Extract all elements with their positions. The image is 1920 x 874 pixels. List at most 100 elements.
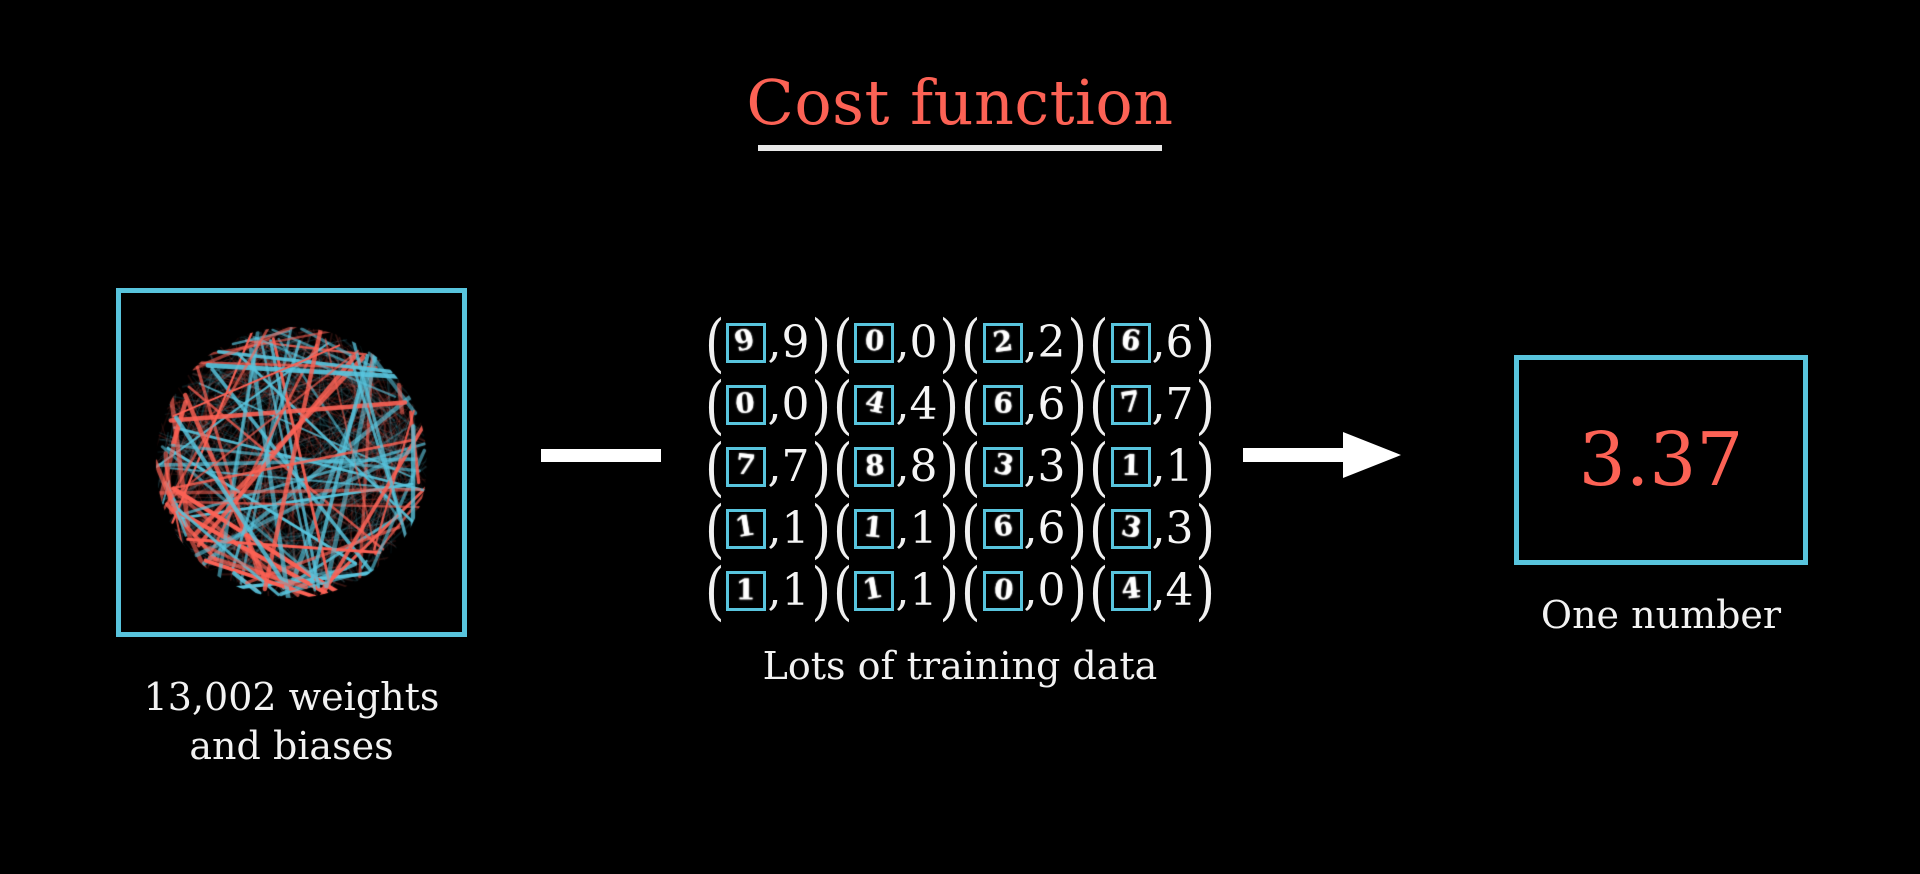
comma: , [895,317,910,368]
comma: , [767,503,782,554]
digit-image-1 [726,509,767,549]
comma: , [895,441,910,492]
digit-image-0 [726,385,767,425]
digit-image-7 [726,447,767,487]
right-arrow-icon [1243,432,1401,478]
open-paren: ( [832,306,853,380]
open-paren: ( [832,492,853,566]
training-data-caption: Lots of training data [762,644,1158,688]
training-data-row: (, 0)(, 4)(, 6)(, 7) [700,374,1220,437]
connector-bar-icon [541,449,661,462]
comma: , [1151,503,1166,554]
digit-label: 6 [1037,379,1066,430]
open-paren: ( [961,492,981,566]
result-group: 3.37 One number [1514,355,1808,637]
digit-label: 1 [909,503,938,554]
close-paren: ) [1067,368,1088,442]
digit-image-0 [982,571,1023,611]
training-pair: (, 4) [832,374,960,437]
close-paren: ) [939,306,959,380]
training-pair: (, 1) [1088,436,1216,499]
open-paren: ( [961,368,981,442]
slide-canvas: Cost function 13,002 weights and biases … [0,0,1920,874]
weights-box [116,288,467,637]
comma: , [1023,503,1038,554]
open-paren: ( [1089,554,1109,628]
training-pair: (, 6) [960,374,1088,437]
digit-image-4 [1110,571,1151,611]
training-pair: (, 9) [704,312,832,375]
comma: , [895,379,910,430]
digit-label: 4 [1165,565,1194,616]
comma: , [767,379,782,430]
training-data-row: (, 7)(, 8)(, 3)(, 1) [700,430,1220,504]
digit-image-8 [854,447,895,487]
digit-image-2 [982,323,1023,363]
weights-caption: 13,002 weights and biases [116,673,467,770]
digit-image-6 [982,509,1023,549]
training-pair: (, 0) [960,560,1088,623]
digit-label: 4 [909,379,938,430]
digit-label: 6 [1037,503,1066,554]
open-paren: ( [832,368,853,442]
open-paren: ( [1089,430,1109,504]
open-paren: ( [704,492,725,566]
training-pair: (, 0) [832,312,960,375]
close-paren: ) [939,554,959,628]
training-pair: (, 7) [1088,374,1216,437]
comma: , [1151,565,1166,616]
digit-image-9 [726,323,767,363]
result-box: 3.37 [1514,355,1808,565]
comma: , [895,503,910,554]
training-data-rows: (, 9)(, 0)(, 2)(, 6)(, 0)(, 4)(, 6)(, 7)(, 7)(, 8)… [700,312,1220,623]
weights-line-visualization [121,293,462,632]
page-title: Cost function [0,66,1920,152]
comma: , [1023,317,1038,368]
digit-image-1 [854,509,895,549]
training-pair: (, 6) [1088,312,1216,375]
digit-image-6 [982,385,1023,425]
comma: , [767,317,782,368]
close-paren: ) [1195,554,1216,628]
close-paren: ) [1195,306,1216,380]
comma: , [1023,565,1038,616]
close-paren: ) [1067,430,1088,504]
close-paren: ) [811,492,831,566]
training-data-row: (, 1)(, 1)(, 0)(, 4) [700,560,1220,623]
open-paren: ( [961,554,981,628]
weights-group: 13,002 weights and biases [116,288,467,770]
training-pair: (, 1) [704,498,832,561]
comma: , [895,565,910,616]
training-pair: (, 1) [832,498,960,561]
close-paren: ) [1067,306,1088,380]
comma: , [767,441,782,492]
page-title-text: Cost function [746,66,1174,139]
training-pair: (, 4) [1088,560,1216,623]
training-data-row: (, 9)(, 0)(, 2)(, 6) [700,312,1220,375]
training-pair: (, 7) [704,436,832,499]
close-paren: ) [939,368,959,442]
training-data-row: (, 1)(, 1)(, 6)(, 3) [700,492,1220,566]
digit-label: 1 [909,565,938,616]
training-data-group: (, 9)(, 0)(, 2)(, 6)(, 0)(, 4)(, 6)(, 7)(, 7)(, 8)… [700,312,1220,688]
close-paren: ) [1067,492,1088,566]
close-paren: ) [811,430,831,504]
close-paren: ) [1195,368,1216,442]
digit-image-1 [1110,447,1151,487]
training-pair: (, 0) [704,374,832,437]
comma: , [1151,441,1166,492]
training-pair: (, 2) [960,312,1088,375]
open-paren: ( [1089,306,1109,380]
open-paren: ( [704,430,725,504]
close-paren: ) [811,368,831,442]
digit-label: 8 [909,441,938,492]
digit-label: 9 [781,317,810,368]
digit-label: 0 [781,379,810,430]
digit-label: 0 [909,317,938,368]
open-paren: ( [961,430,981,504]
comma: , [1023,441,1038,492]
weights-caption-line-1: 13,002 weights [143,675,440,719]
digit-label: 1 [781,565,810,616]
training-pair: (, 1) [832,560,960,623]
comma: , [1151,317,1166,368]
